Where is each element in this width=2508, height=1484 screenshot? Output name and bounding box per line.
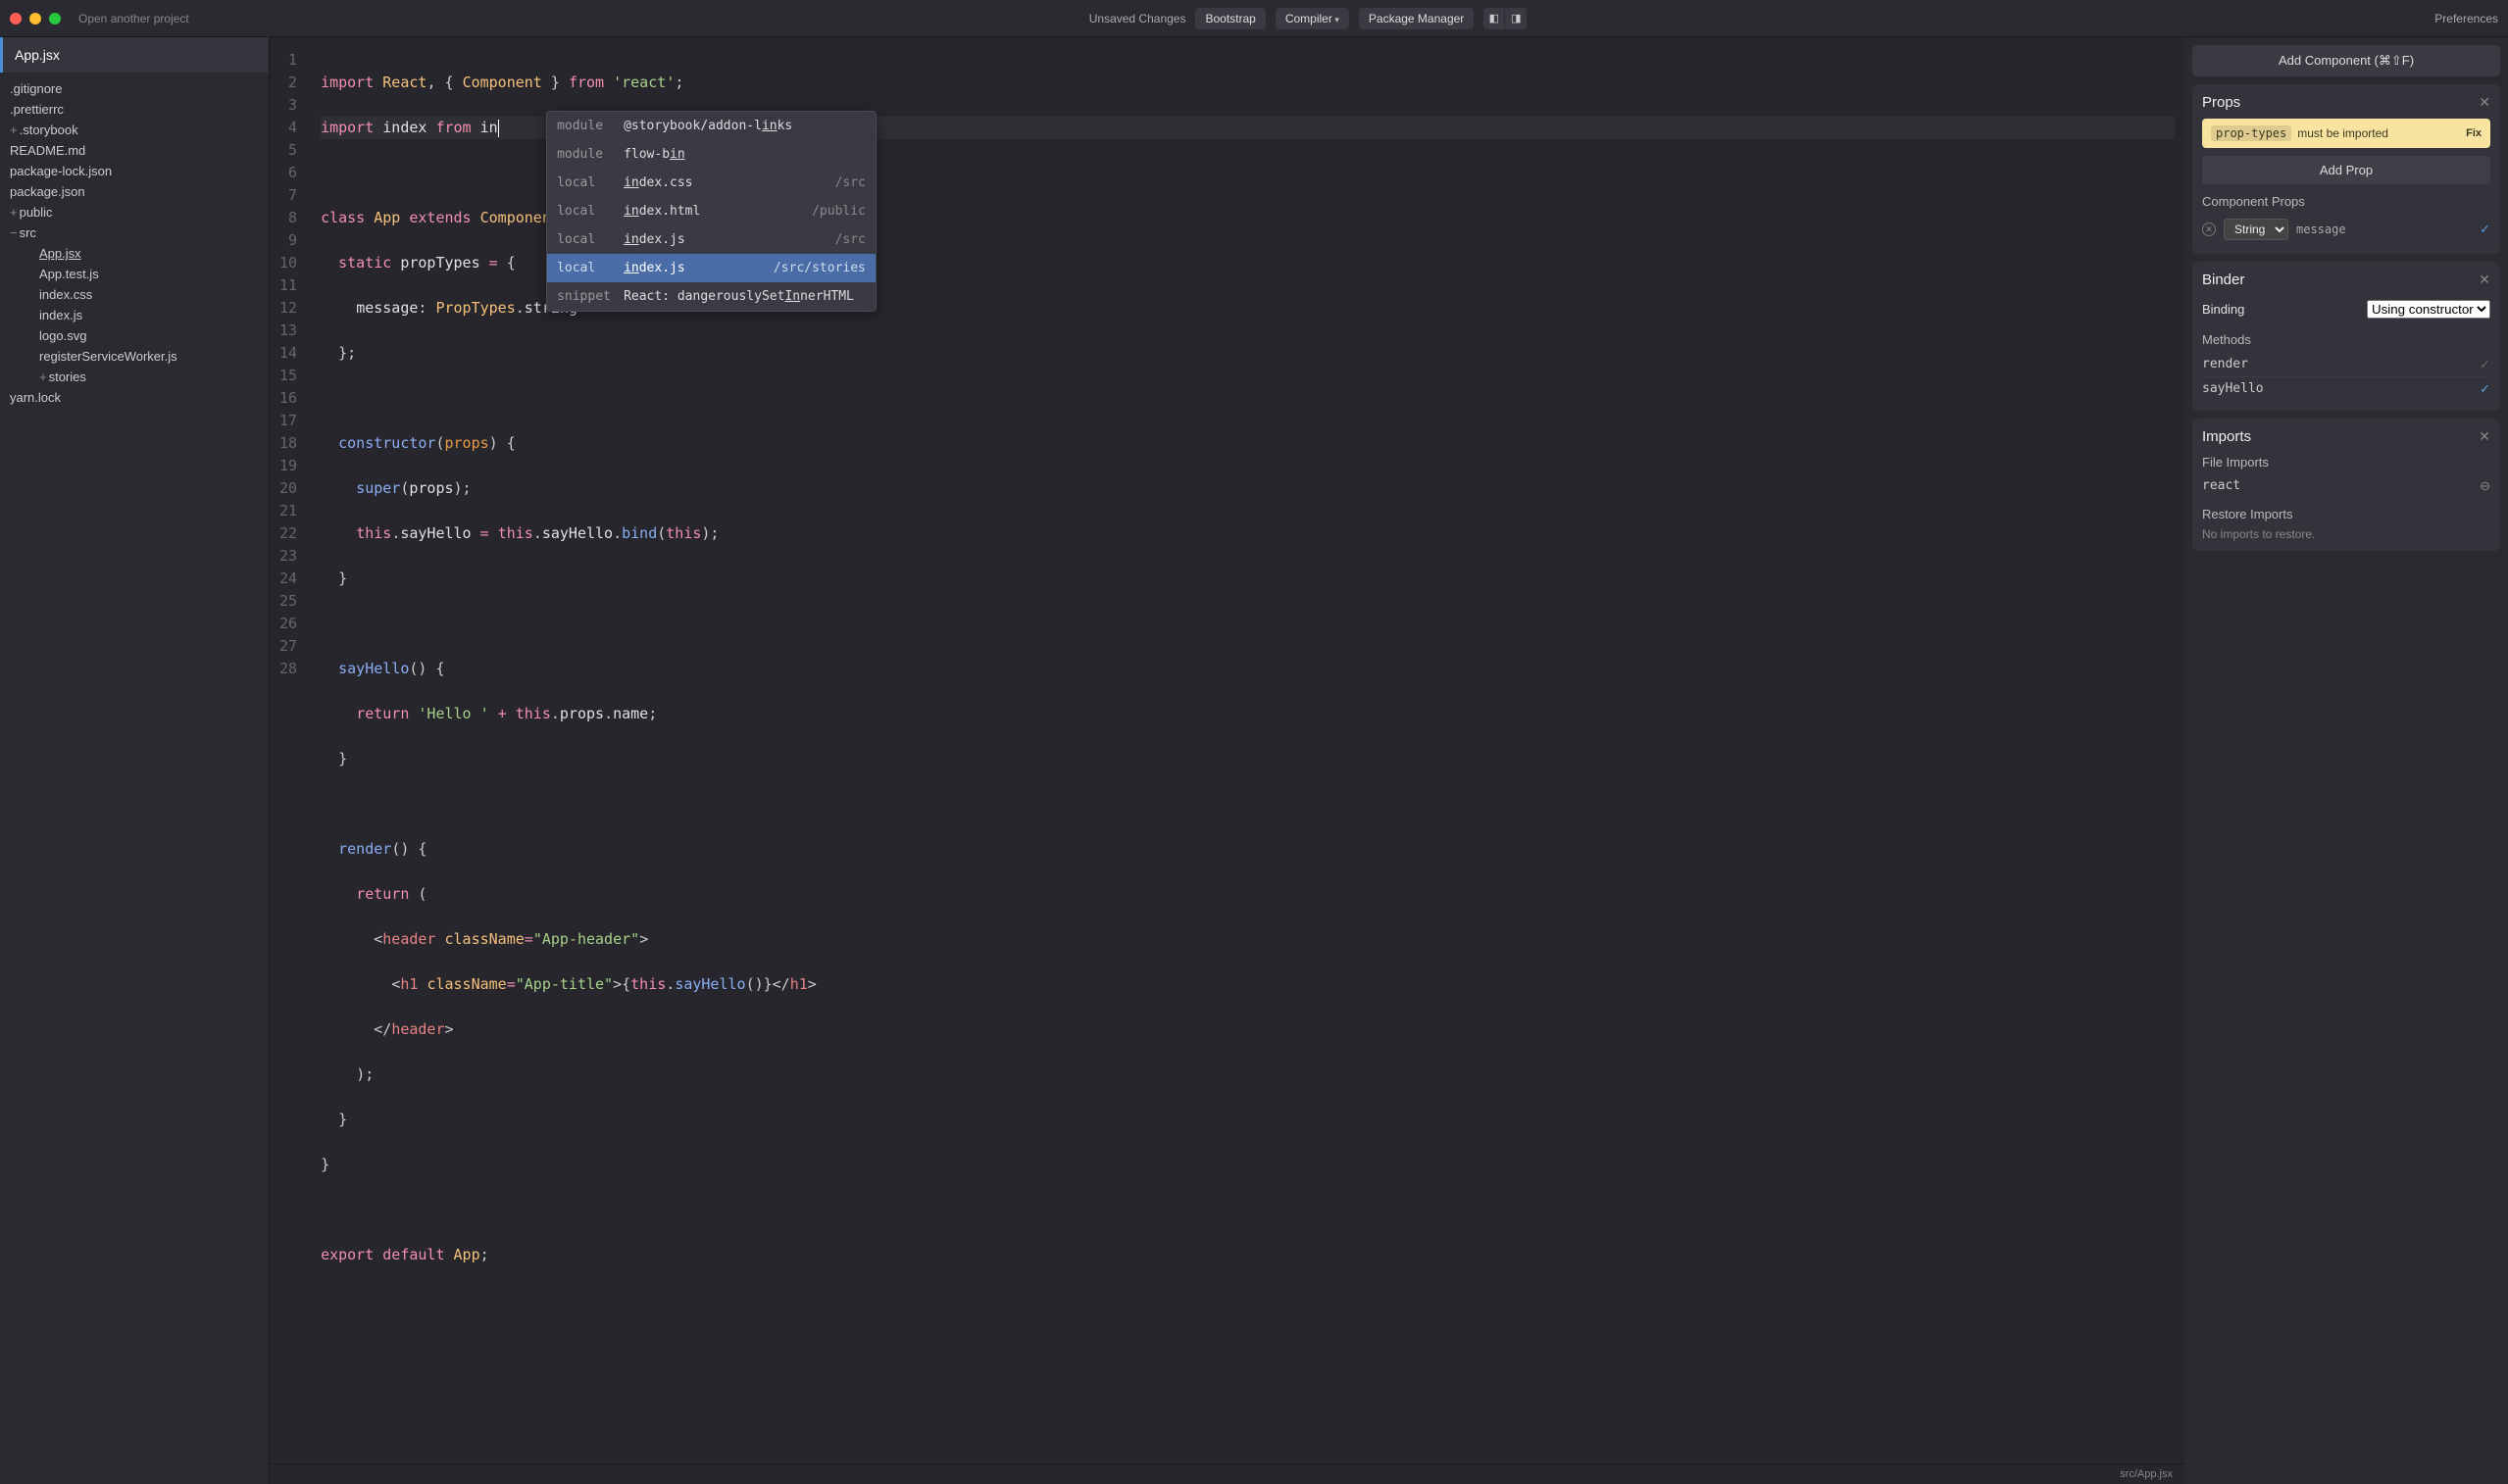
autocomplete-item[interactable]: module@storybook/addon-links bbox=[547, 112, 876, 140]
file-tree-item[interactable]: App.test.js bbox=[0, 264, 269, 284]
window-maximize[interactable] bbox=[49, 13, 61, 25]
props-panel: Props ✕ prop-types must be imported Fix … bbox=[2192, 84, 2500, 254]
code-area[interactable]: import React, { Component } from 'react'… bbox=[311, 37, 2184, 1463]
file-tree-item[interactable]: .prettierrc bbox=[0, 99, 269, 120]
check-icon[interactable]: ✓ bbox=[2480, 222, 2490, 237]
binder-panel: Binder ✕ Binding Using constructor Metho… bbox=[2192, 262, 2500, 411]
restore-imports-msg: No imports to restore. bbox=[2202, 527, 2490, 541]
file-tree-item[interactable]: index.js bbox=[0, 305, 269, 325]
import-warning: prop-types must be imported Fix bbox=[2202, 119, 2490, 148]
file-tree-item[interactable]: App.jsx bbox=[0, 243, 269, 264]
close-icon[interactable]: ✕ bbox=[2479, 94, 2490, 111]
props-title: Props bbox=[2202, 94, 2240, 111]
remove-import-icon[interactable]: ⊖ bbox=[2480, 478, 2490, 494]
add-component-button[interactable]: Add Component (⌘⇧F) bbox=[2192, 45, 2500, 76]
file-tree: .gitignore.prettierrc.storybookREADME.md… bbox=[0, 73, 269, 414]
panel-right-icon[interactable]: ◨ bbox=[1505, 8, 1527, 29]
window-close[interactable] bbox=[10, 13, 22, 25]
prop-row: ✕ String message ✓ bbox=[2202, 215, 2490, 244]
imports-title: Imports bbox=[2202, 428, 2251, 445]
method-row[interactable]: render ✓ bbox=[2202, 353, 2490, 377]
autocomplete-item[interactable]: localindex.js/src/stories bbox=[547, 254, 876, 282]
prop-type-select[interactable]: String bbox=[2224, 219, 2288, 240]
inspector-panel: Add Component (⌘⇧F) Props ✕ prop-types m… bbox=[2184, 37, 2508, 1484]
file-imports-head: File Imports bbox=[2202, 455, 2490, 470]
file-sidebar: App.jsx .gitignore.prettierrc.storybookR… bbox=[0, 37, 270, 1484]
binding-select[interactable]: Using constructor bbox=[2367, 300, 2490, 319]
file-tree-item[interactable]: logo.svg bbox=[0, 325, 269, 346]
method-name: sayHello bbox=[2202, 381, 2264, 397]
file-tree-item[interactable]: stories bbox=[0, 367, 269, 387]
methods-head: Methods bbox=[2202, 332, 2490, 347]
import-row: react ⊖ bbox=[2202, 475, 2490, 497]
active-file-tab[interactable]: App.jsx bbox=[0, 37, 269, 73]
close-icon[interactable]: ✕ bbox=[2479, 272, 2490, 288]
import-name: react bbox=[2202, 478, 2240, 494]
method-name: render bbox=[2202, 357, 2248, 372]
autocomplete-popup[interactable]: module@storybook/addon-linksmoduleflow-b… bbox=[546, 111, 877, 312]
restore-imports-head: Restore Imports bbox=[2202, 507, 2490, 521]
autocomplete-item[interactable]: localindex.html/public bbox=[547, 197, 876, 225]
editor-statusbar: src/App.jsx bbox=[270, 1463, 2184, 1484]
file-tree-item[interactable]: README.md bbox=[0, 140, 269, 161]
check-icon[interactable]: ✓ bbox=[2480, 381, 2490, 397]
autocomplete-item[interactable]: snippetReact: dangerouslySetInnerHTML bbox=[547, 282, 876, 311]
autocomplete-item[interactable]: moduleflow-bin bbox=[547, 140, 876, 169]
close-icon[interactable]: ✕ bbox=[2479, 428, 2490, 445]
file-tree-item[interactable]: index.css bbox=[0, 284, 269, 305]
file-tree-item[interactable]: package-lock.json bbox=[0, 161, 269, 181]
add-prop-button[interactable]: Add Prop bbox=[2202, 156, 2490, 184]
compiler-dropdown[interactable]: Compiler bbox=[1276, 8, 1349, 29]
binding-label: Binding bbox=[2202, 302, 2244, 317]
preferences-link[interactable]: Preferences bbox=[2434, 12, 2498, 25]
component-props-head: Component Props bbox=[2202, 194, 2490, 209]
unsaved-indicator: Unsaved Changes bbox=[1089, 12, 1186, 25]
file-tree-item[interactable]: .storybook bbox=[0, 120, 269, 140]
warning-text: must be imported bbox=[2297, 126, 2388, 140]
bootstrap-button[interactable]: Bootstrap bbox=[1195, 8, 1265, 29]
fix-button[interactable]: Fix bbox=[2466, 127, 2482, 139]
file-tree-item[interactable]: package.json bbox=[0, 181, 269, 202]
file-tree-item[interactable]: .gitignore bbox=[0, 78, 269, 99]
file-tree-item[interactable]: src bbox=[0, 223, 269, 243]
autocomplete-item[interactable]: localindex.js/src bbox=[547, 225, 876, 254]
remove-prop-icon[interactable]: ✕ bbox=[2202, 223, 2216, 236]
method-row[interactable]: sayHello ✓ bbox=[2202, 377, 2490, 401]
autocomplete-item[interactable]: localindex.css/src bbox=[547, 169, 876, 197]
window-controls bbox=[10, 13, 61, 25]
prop-name: message bbox=[2296, 223, 2346, 236]
check-icon[interactable]: ✓ bbox=[2480, 357, 2490, 372]
imports-panel: Imports ✕ File Imports react ⊖ Restore Im… bbox=[2192, 419, 2500, 551]
binder-title: Binder bbox=[2202, 272, 2244, 288]
code-editor[interactable]: 1234567891011121314151617181920212223242… bbox=[270, 37, 2184, 1484]
window-minimize[interactable] bbox=[29, 13, 41, 25]
topbar: Open another project Unsaved Changes Boo… bbox=[0, 0, 2508, 37]
warning-chip: prop-types bbox=[2211, 125, 2291, 141]
package-manager-button[interactable]: Package Manager bbox=[1359, 8, 1474, 29]
line-gutter: 1234567891011121314151617181920212223242… bbox=[270, 37, 311, 1463]
panel-left-icon[interactable]: ◧ bbox=[1483, 8, 1505, 29]
open-project-link[interactable]: Open another project bbox=[78, 12, 189, 25]
file-tree-item[interactable]: registerServiceWorker.js bbox=[0, 346, 269, 367]
file-tree-item[interactable]: yarn.lock bbox=[0, 387, 269, 408]
file-tree-item[interactable]: public bbox=[0, 202, 269, 223]
